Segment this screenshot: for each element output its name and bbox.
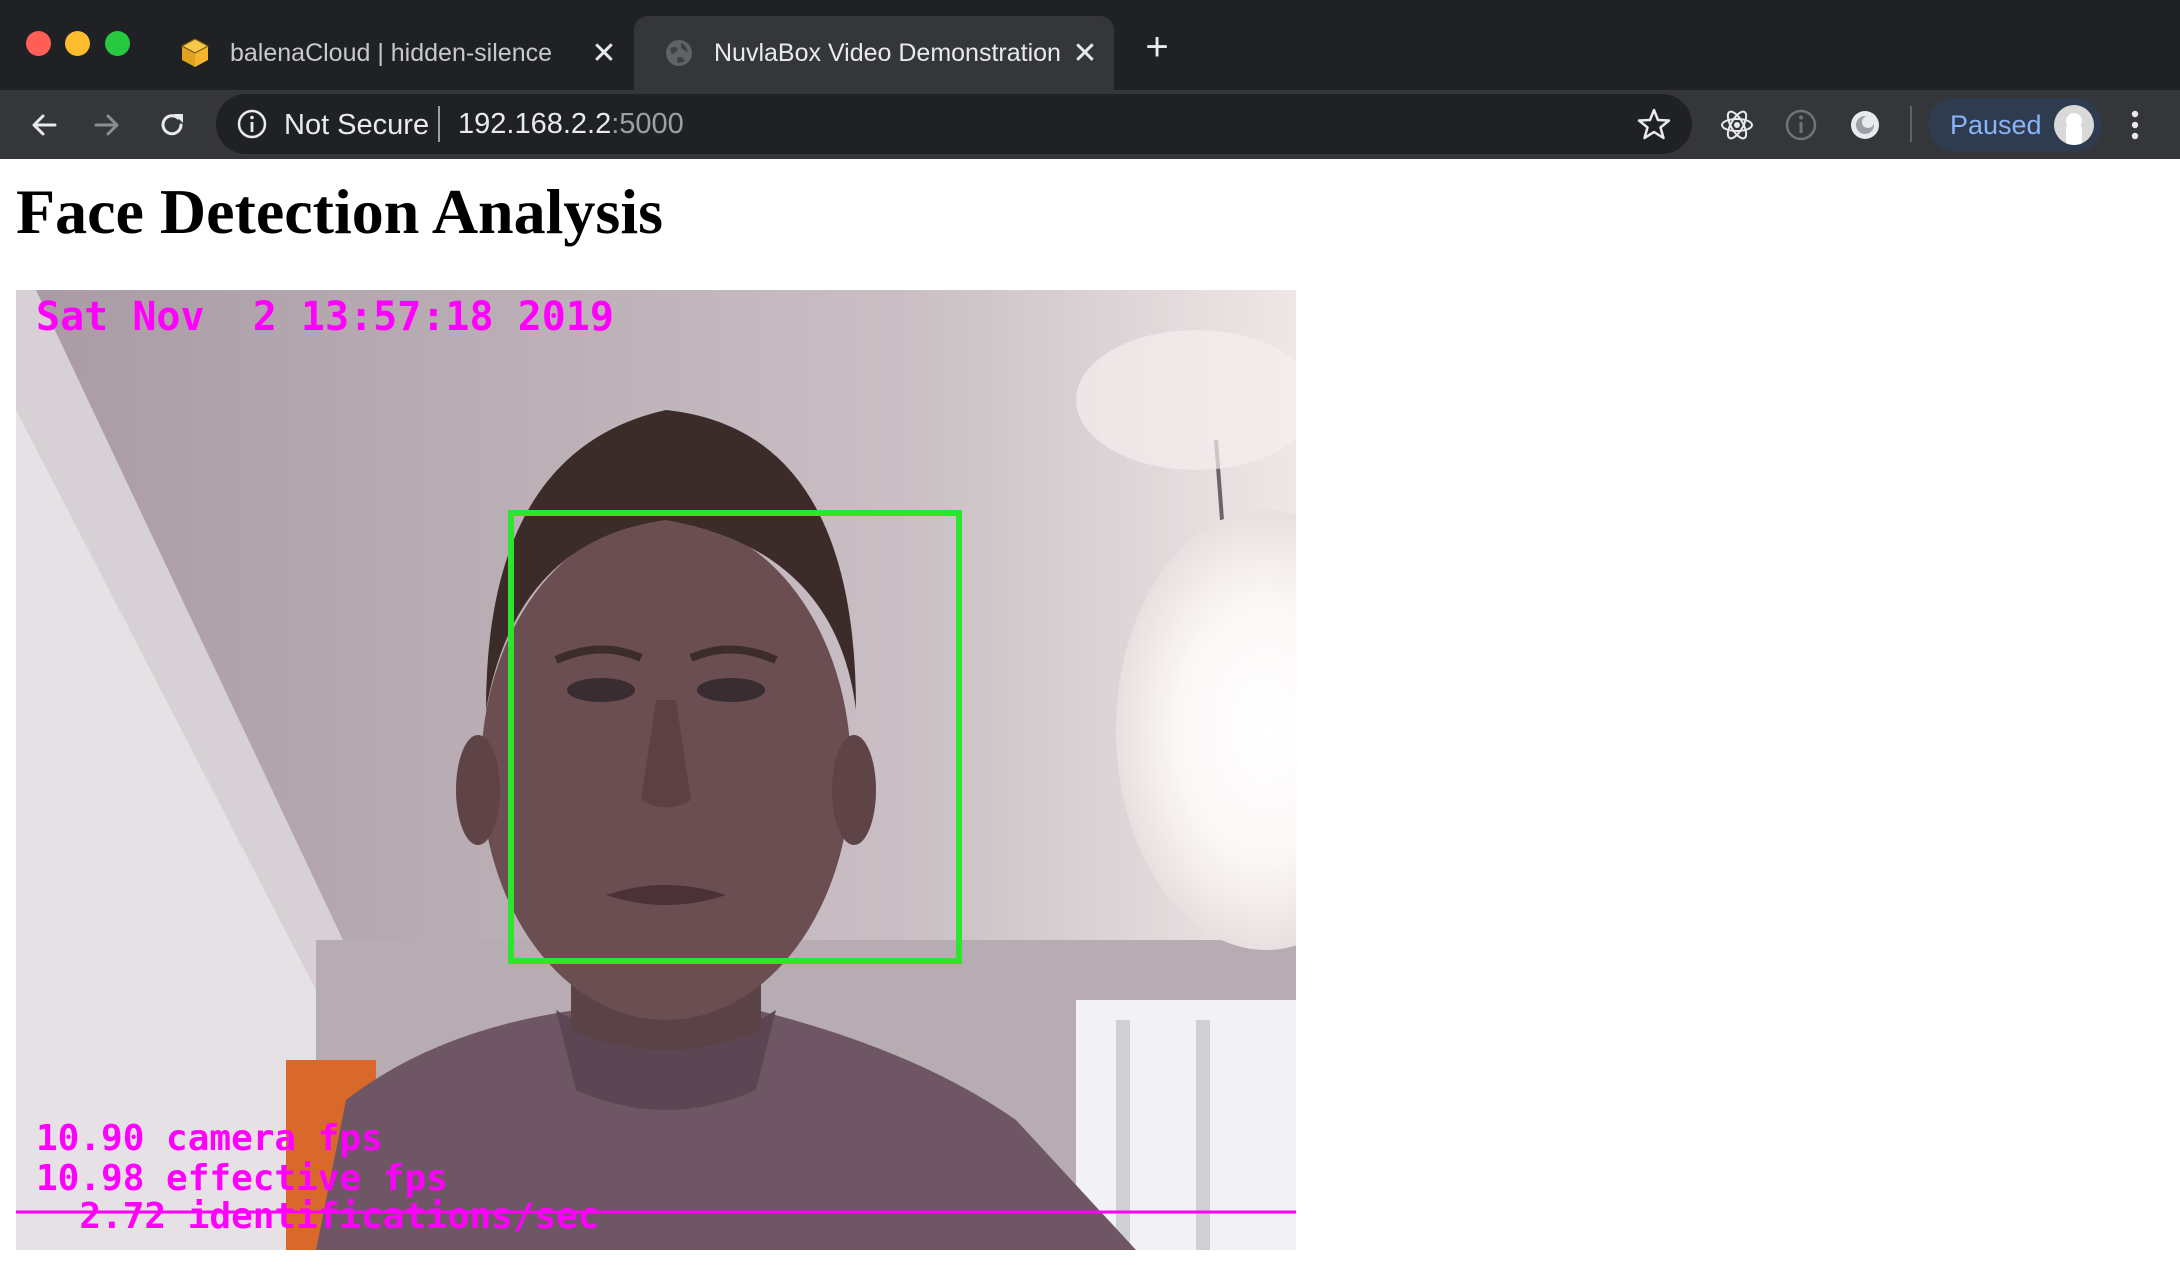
react-devtools-icon[interactable] — [1718, 106, 1756, 144]
url-host: 192.168.2.2 — [458, 108, 612, 140]
url-port: :5000 — [611, 108, 684, 140]
extension-circle-icon[interactable] — [1846, 106, 1884, 144]
tab-title: NuvlaBox Video Demonstration — [714, 38, 1061, 67]
identifications-overlay: 2.72 identifications/sec — [36, 1196, 600, 1237]
reload-icon — [161, 114, 183, 136]
effective-fps-overlay: 10.98 effective fps — [36, 1158, 448, 1199]
reload-button[interactable] — [150, 103, 194, 147]
video-stream: Sat Nov 2 13:57:18 2019 10.90 camera fps… — [16, 290, 1296, 1250]
profile-button[interactable]: Paused — [1928, 98, 2102, 152]
avatar — [2054, 105, 2094, 145]
forward-button[interactable] — [85, 103, 129, 147]
bookmark-star-icon[interactable] — [1636, 106, 1672, 142]
info-icon[interactable] — [236, 108, 268, 140]
page-title: Face Detection Analysis — [16, 176, 663, 247]
close-tab-icon[interactable]: ✕ — [1068, 36, 1102, 70]
close-window-button[interactable] — [26, 31, 51, 56]
new-tab-button[interactable]: + — [1140, 27, 1174, 67]
url-text: 192.168.2.2:5000 — [458, 108, 684, 141]
maximize-window-button[interactable] — [105, 31, 130, 56]
divider — [1910, 106, 1912, 142]
globe-icon — [662, 36, 696, 70]
browser-titlebar: balenaCloud | hidden-silence ✕ NuvlaBox … — [0, 0, 2180, 90]
back-button[interactable] — [22, 103, 66, 147]
arrow-right-icon — [94, 114, 119, 136]
browser-menu-button[interactable] — [2120, 106, 2150, 144]
camera-fps-overlay: 10.90 camera fps — [36, 1118, 383, 1159]
address-bar[interactable]: Not Secure 192.168.2.2:5000 — [216, 94, 1692, 154]
camera-frame — [16, 290, 1296, 1250]
security-label: Not Secure — [284, 109, 430, 141]
tab-balenacloud[interactable]: balenaCloud | hidden-silence ✕ — [160, 16, 633, 90]
divider — [438, 106, 440, 142]
browser-toolbar: Not Secure 192.168.2.2:5000 Paused — [0, 90, 2180, 159]
cube-icon — [178, 36, 212, 70]
arrow-left-icon — [32, 114, 57, 136]
timestamp-overlay: Sat Nov 2 13:57:18 2019 — [36, 294, 614, 340]
more-vert-icon — [2131, 110, 2139, 140]
profile-status: Paused — [1950, 110, 2042, 140]
tab-nuvlabox[interactable]: NuvlaBox Video Demonstration ✕ — [634, 16, 1114, 90]
extension-info-icon[interactable] — [1782, 106, 1820, 144]
minimize-window-button[interactable] — [65, 31, 90, 56]
tab-title: balenaCloud | hidden-silence — [230, 38, 552, 67]
close-tab-icon[interactable]: ✕ — [587, 36, 621, 70]
